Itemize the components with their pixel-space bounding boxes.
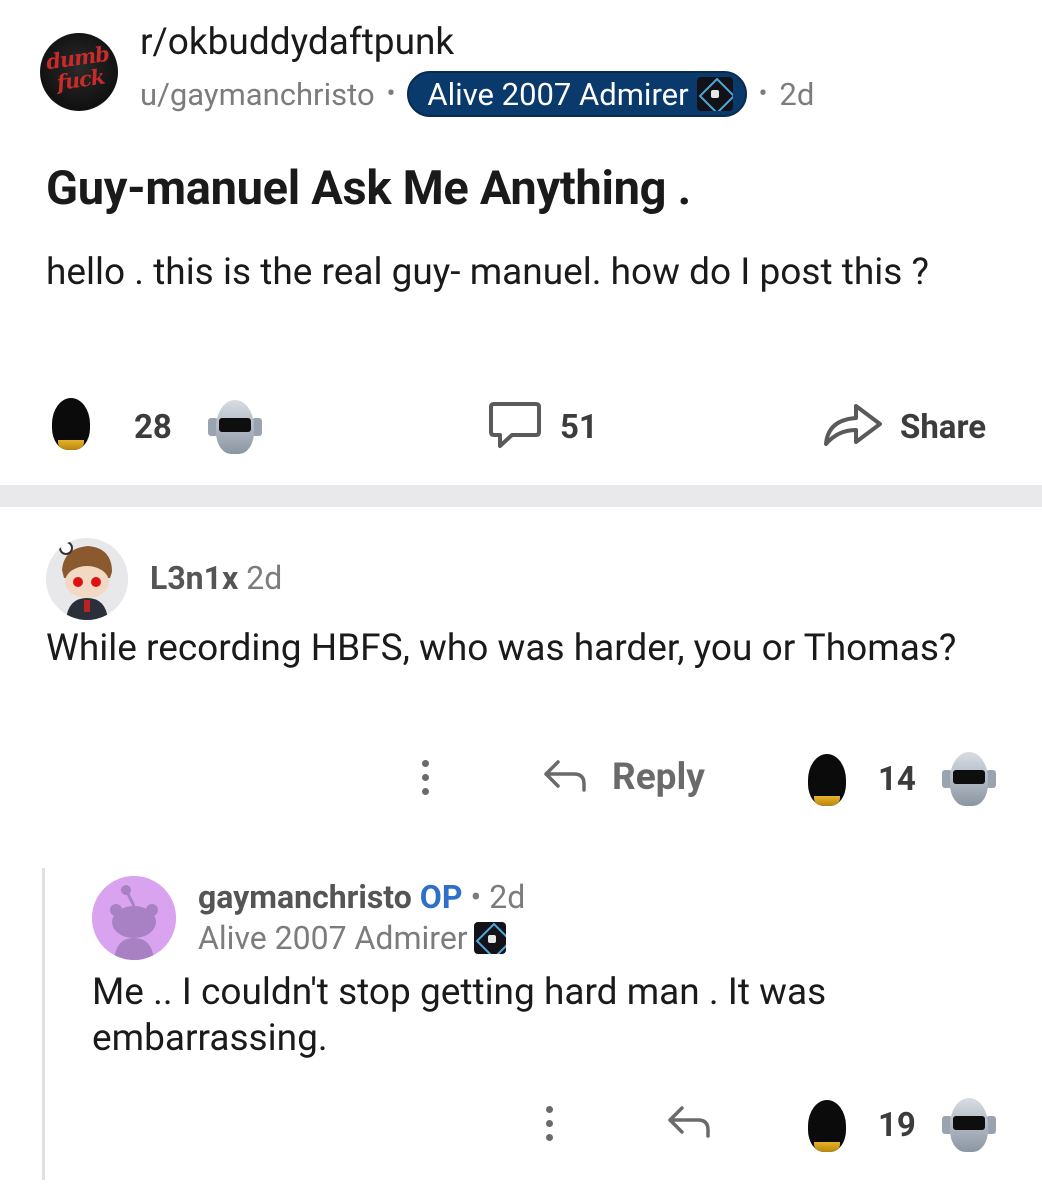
comment-body: While recording HBFS, who was harder, yo… [46,627,957,670]
comment-time: 2d [489,878,526,916]
post-time: 2d [779,75,815,113]
comment-time: 2d [246,559,283,597]
kebab-menu-icon[interactable] [420,760,430,800]
comment-header: L3n1x 2d [150,556,282,600]
subreddit-name[interactable]: r/okbuddydaftpunk [140,20,454,66]
user-flair: Alive 2007 Admirer [198,918,506,958]
comment-score: 14 [878,760,916,799]
post-meta: u/gaymanchristo • Alive 2007 Admirer • 2… [140,70,814,118]
silver-helmet-icon[interactable] [940,750,998,808]
snoo-avatar-icon [46,538,128,620]
avatar[interactable] [46,538,128,620]
comment-count: 51 [560,408,598,447]
comment-score: 19 [878,1106,916,1145]
subreddit-avatar[interactable]: dumb fuck [40,33,118,111]
pyramid-emoji-icon [696,77,733,111]
post-score: 28 [134,408,172,447]
kebab-menu-icon[interactable] [544,1106,554,1146]
meta-separator: • [758,79,768,109]
comment-bubble-icon[interactable] [488,400,542,450]
post-author[interactable]: u/gaymanchristo [140,76,375,113]
comment-body: Me .. I couldn't stop getting hard man .… [92,971,827,1060]
post-body: hello . this is the real guy- manuel. ho… [46,251,930,294]
meta-separator: • [470,878,482,916]
user-flair-label: Alive 2007 Admirer [198,919,468,957]
op-badge: OP [419,878,463,916]
comment-actions: 19 [0,1094,1042,1154]
comment-header: gaymanchristo OP • 2d [198,876,525,918]
post-action-bar: 28 51 Share [0,390,1042,470]
user-flair: Alive 2007 Admirer [407,71,747,117]
reply-button[interactable]: Reply [612,756,705,799]
section-divider [0,485,1042,507]
meta-separator: • [386,79,396,109]
avatar[interactable] [92,876,176,960]
share-button[interactable]: Share [900,408,986,447]
silver-helmet-icon[interactable] [940,1096,998,1154]
share-arrow-icon[interactable] [822,398,884,448]
comment-actions: Reply 14 [0,748,1042,808]
silver-helmet-icon[interactable] [206,398,264,456]
reply-arrow-icon[interactable] [666,1104,712,1140]
snoo-avatar-icon [92,876,176,960]
comment-username[interactable]: gaymanchristo [198,878,412,916]
pyramid-emoji-icon [473,922,506,954]
user-flair-label: Alive 2007 Admirer [427,75,689,113]
gold-helmet-icon[interactable] [52,398,90,450]
subreddit-logo: dumb fuck [44,40,111,96]
post-title[interactable]: Guy-manuel Ask Me Anything . [46,160,691,218]
gold-helmet-icon[interactable] [808,1100,846,1152]
reply-arrow-icon[interactable] [542,758,588,794]
gold-helmet-icon[interactable] [808,754,846,806]
comment-username[interactable]: L3n1x [150,559,238,597]
